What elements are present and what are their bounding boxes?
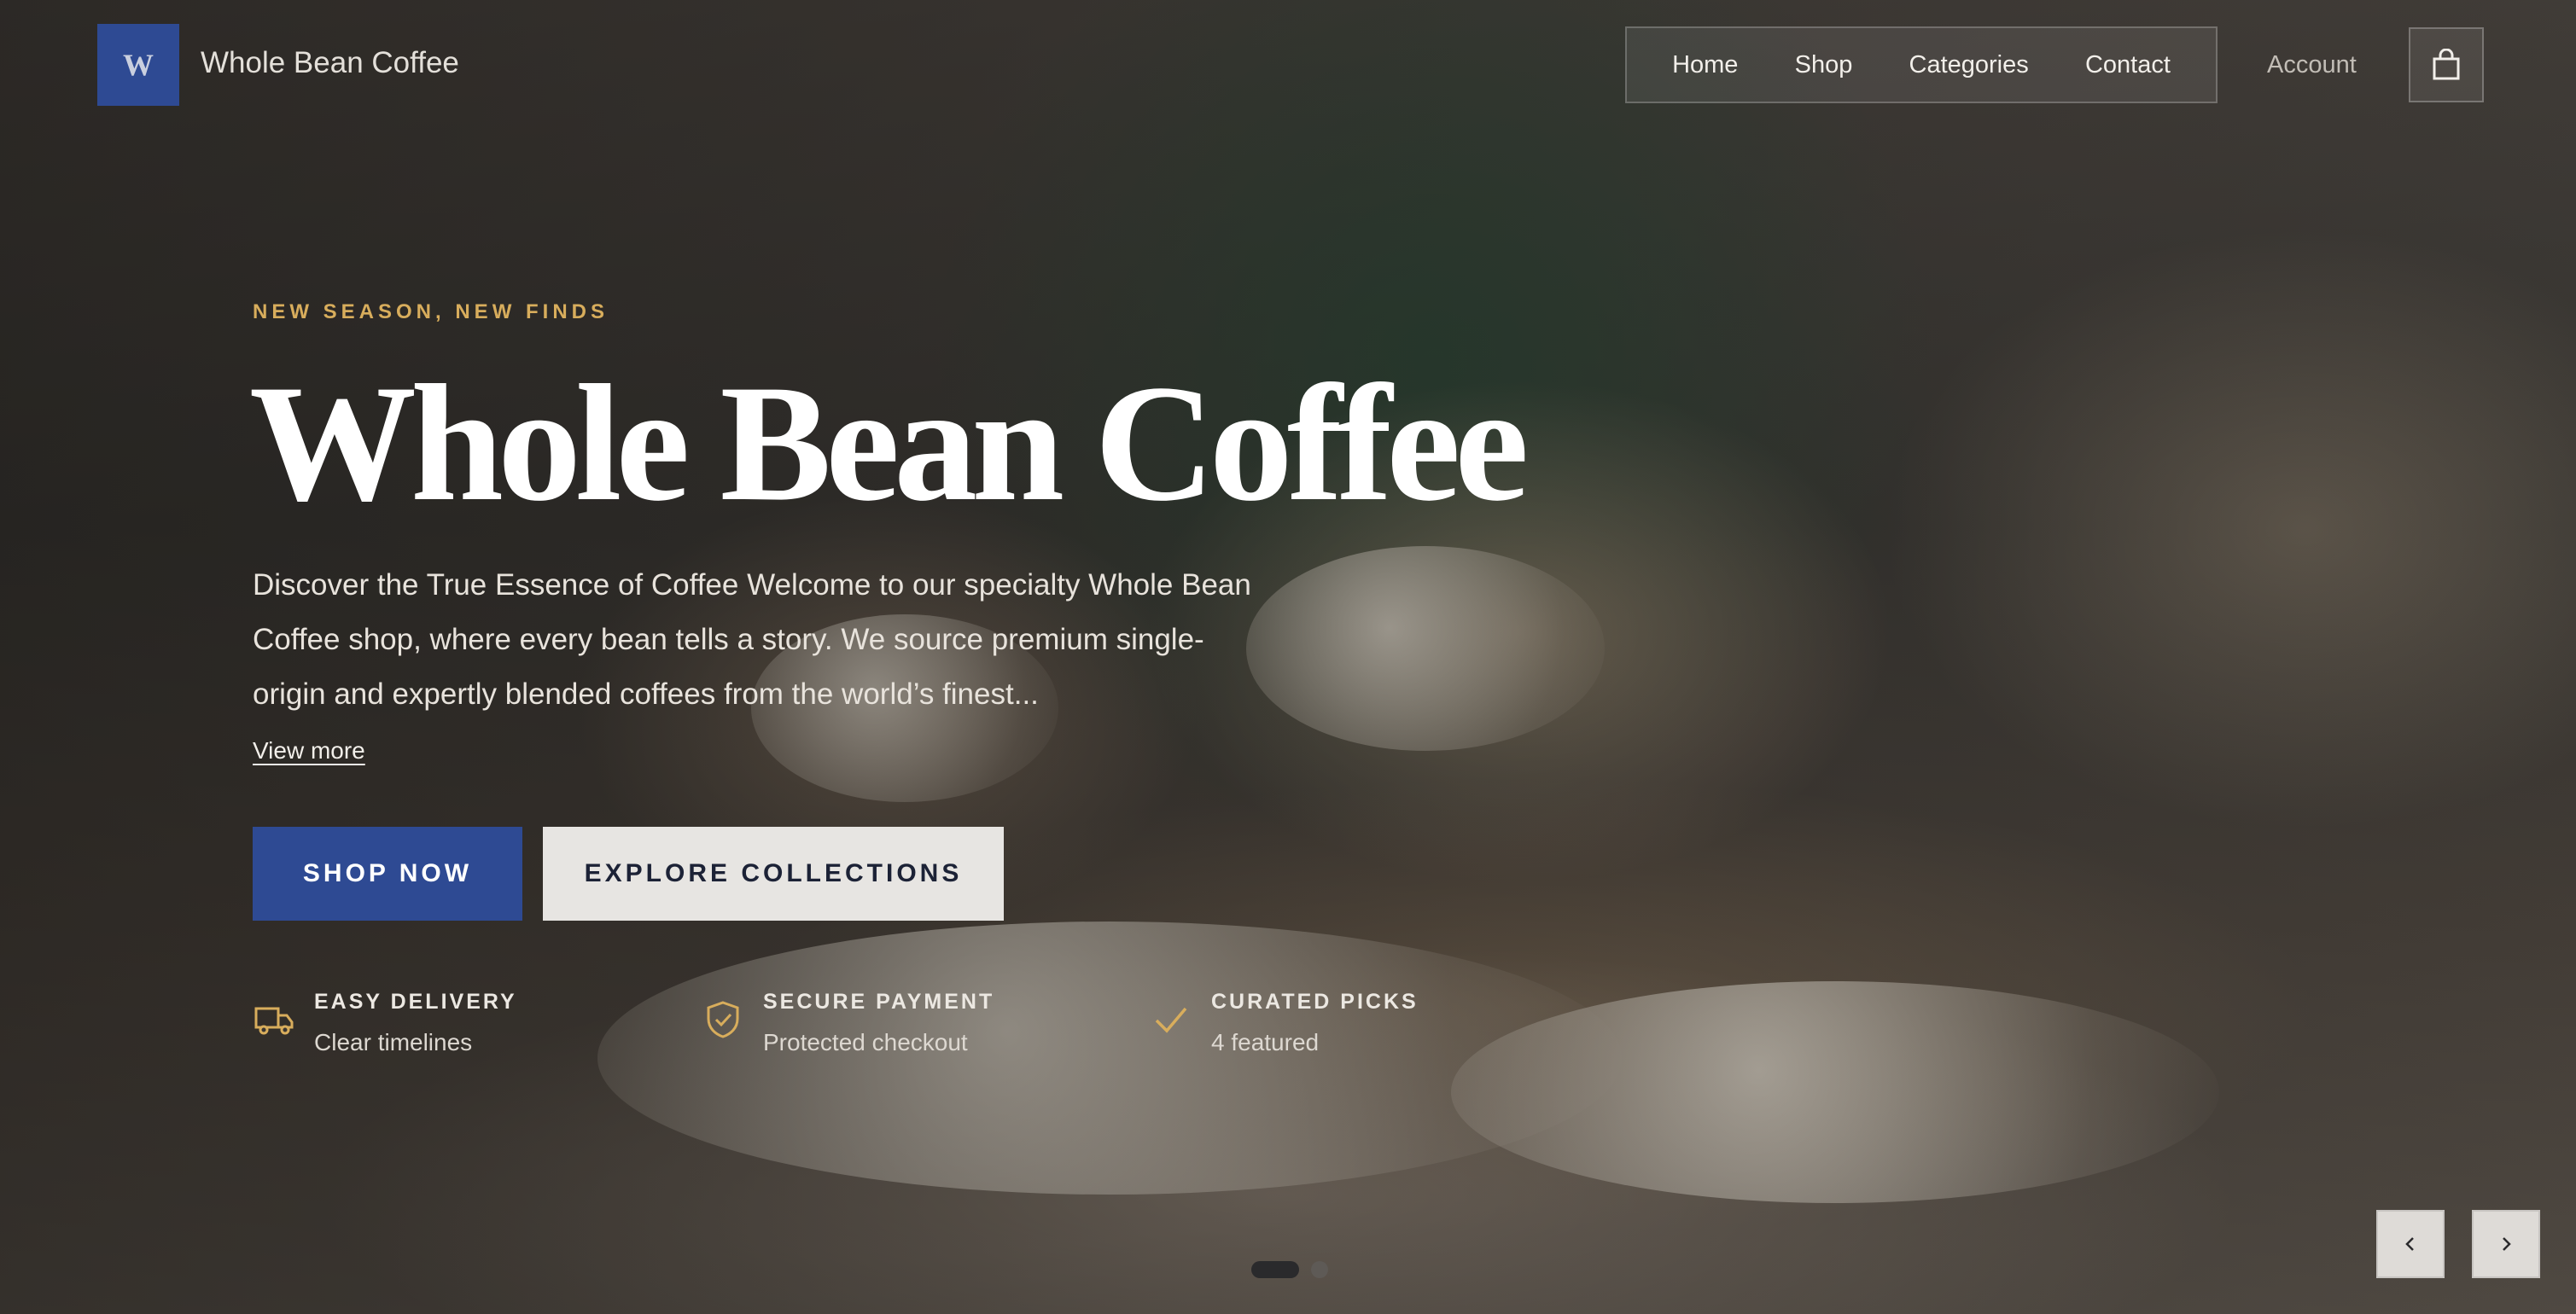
- check-icon: [1155, 1007, 1187, 1033]
- shop-now-button[interactable]: SHOP NOW: [253, 827, 522, 921]
- logo-letter: W: [123, 48, 154, 82]
- nav-item-contact[interactable]: Contact: [2085, 51, 2171, 79]
- main-nav: Home Shop Categories Contact: [1625, 26, 2218, 103]
- carousel-dot-active[interactable]: [1251, 1261, 1299, 1278]
- explore-collections-button[interactable]: EXPLORE COLLECTIONS: [543, 827, 1004, 921]
- cart-button[interactable]: [2409, 27, 2484, 102]
- feature-title: SECURE PAYMENT: [763, 990, 995, 1014]
- chevron-right-icon: [2503, 1237, 2511, 1251]
- carousel-prev-button[interactable]: [2376, 1210, 2445, 1278]
- hero-description: Discover the True Essence of Coffee Welc…: [253, 568, 1251, 711]
- nav-item-categories[interactable]: Categories: [1909, 51, 2029, 79]
- feature-title: EASY DELIVERY: [314, 990, 517, 1014]
- brand-name[interactable]: Whole Bean Coffee: [201, 46, 459, 80]
- carousel-indicators: [1251, 1261, 1328, 1278]
- feature-title: CURATED PICKS: [1211, 990, 1419, 1014]
- carousel-next-button[interactable]: [2472, 1210, 2540, 1278]
- nav-item-shop[interactable]: Shop: [1795, 51, 1853, 79]
- feature-subtitle: Clear timelines: [314, 1029, 473, 1055]
- logo[interactable]: W: [97, 24, 179, 106]
- chevron-left-icon: [2405, 1237, 2414, 1251]
- feature-subtitle: Protected checkout: [763, 1029, 968, 1055]
- hero-title: Whole Bean Coffee: [249, 351, 1529, 536]
- carousel-dot[interactable]: [1311, 1261, 1328, 1278]
- feature-subtitle: 4 featured: [1211, 1029, 1320, 1055]
- hero-eyebrow: NEW SEASON, NEW FINDS: [253, 300, 609, 323]
- shopping-bag-icon: [2433, 49, 2460, 80]
- view-more-link[interactable]: View more: [253, 737, 365, 765]
- site-header: W Whole Bean Coffee Home Shop Categories…: [0, 0, 2576, 128]
- shield-check-icon: [707, 1001, 739, 1038]
- nav-item-home[interactable]: Home: [1672, 51, 1738, 79]
- hero-section: W Whole Bean Coffee Home Shop Categories…: [0, 0, 2576, 1314]
- account-link[interactable]: Account: [2267, 51, 2357, 79]
- truck-icon: [254, 1007, 294, 1035]
